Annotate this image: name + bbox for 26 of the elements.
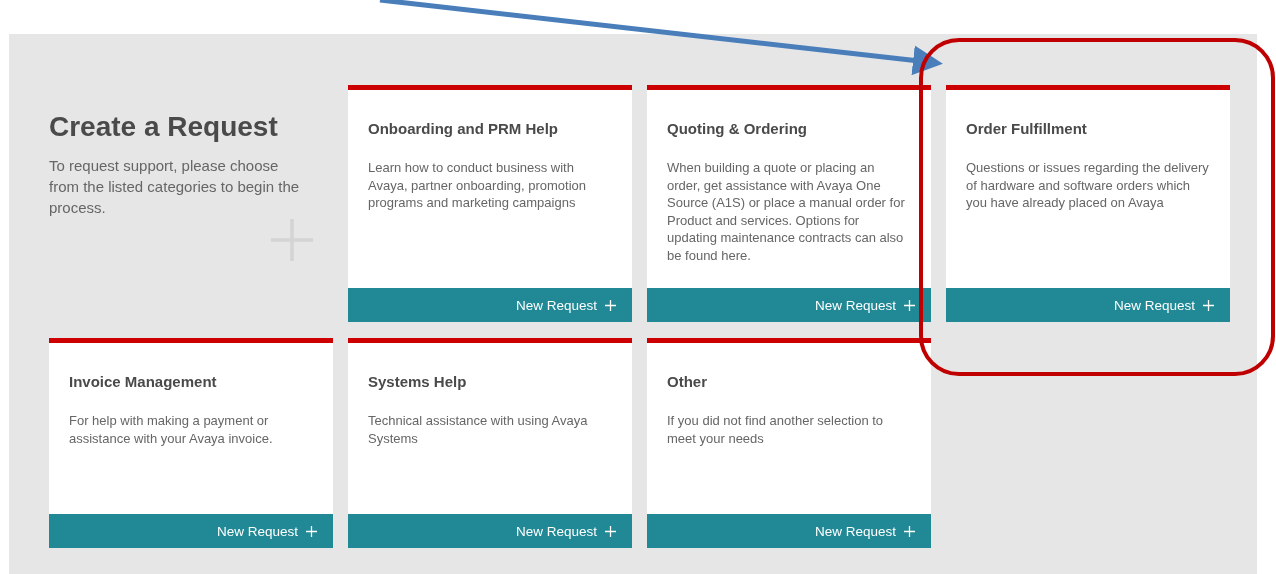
card-title: Quoting & Ordering bbox=[667, 120, 807, 137]
plus-icon bbox=[1203, 299, 1214, 311]
card-title: Systems Help bbox=[368, 373, 467, 390]
card-title: Order Fulfillment bbox=[966, 120, 1087, 137]
plus-icon bbox=[904, 525, 915, 537]
new-request-button[interactable]: New Request bbox=[647, 288, 931, 322]
plus-icon bbox=[605, 525, 616, 537]
new-request-button[interactable]: New Request bbox=[49, 514, 333, 548]
card-description: Questions or issues regarding the delivery of hardware and software orders which you have already placed on Avaya bbox=[966, 159, 1210, 212]
new-request-button[interactable]: New Request bbox=[647, 514, 931, 548]
new-request-button[interactable]: New Request bbox=[946, 288, 1230, 322]
card-title: Onboarding and PRM Help bbox=[368, 120, 558, 137]
card-description: If you did not find another selection to meet your needs bbox=[667, 412, 885, 447]
card-title: Invoice Management bbox=[69, 373, 217, 390]
card-description: When building a quote or placing an order, get assistance with Avaya One Source (A1S) or place a manual order for Product and services. Options for updating maintenance contracts can also be found here. bbox=[667, 159, 906, 264]
card-title: Other bbox=[667, 373, 707, 390]
plus-icon bbox=[605, 299, 616, 311]
new-request-button[interactable]: New Request bbox=[348, 288, 632, 322]
new-request-button[interactable]: New Request bbox=[348, 514, 632, 548]
plus-icon bbox=[306, 525, 317, 537]
card-description: Learn how to conduct business with Avaya, partner onboarding, promotion programs and marketing campaigns bbox=[368, 159, 587, 212]
plus-icon bbox=[904, 299, 915, 311]
page-title: Create a Request bbox=[49, 111, 278, 143]
intro-text: To request support, please choose from the listed categories to begin the process. bbox=[49, 156, 301, 218]
card-description: For help with making a payment or assistance with your Avaya invoice. bbox=[69, 412, 274, 447]
card-description: Technical assistance with using Avaya Systems bbox=[368, 412, 589, 447]
